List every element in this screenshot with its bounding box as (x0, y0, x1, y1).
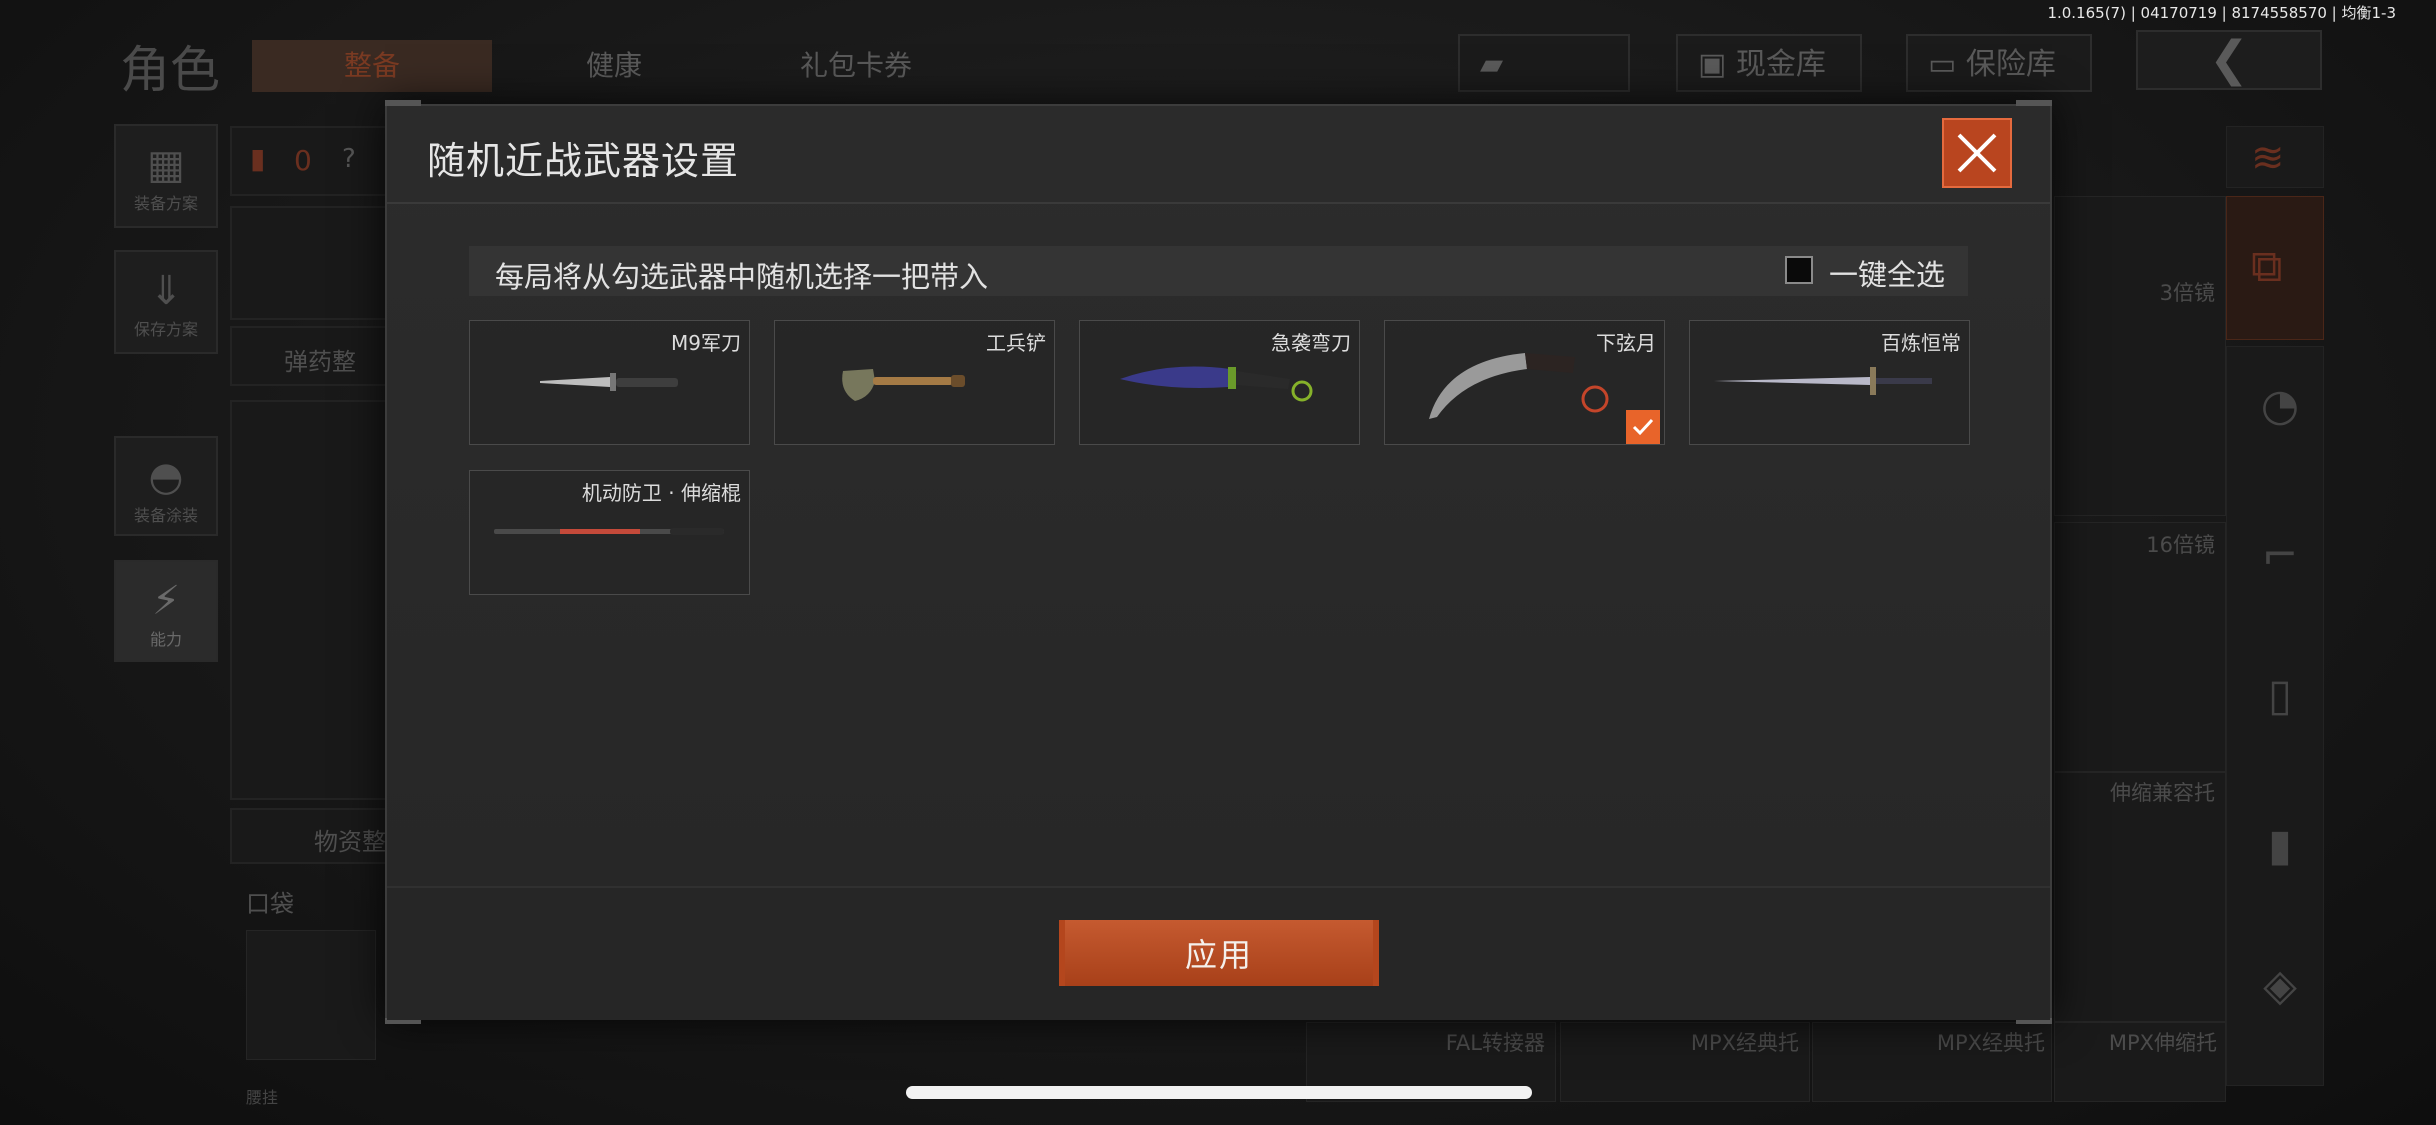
dialog-footer: 应用 (387, 886, 2050, 1020)
close-button[interactable] (1942, 118, 2012, 188)
right-top-button[interactable]: ≋ (2226, 126, 2324, 188)
bottom-item-label-2: MPX经典托 (1690, 1031, 1799, 1055)
right-tab-active[interactable]: ⧉ (2226, 196, 2324, 340)
tab-health[interactable]: 健康 (494, 40, 734, 92)
ammo-label: 弹药整 (284, 348, 356, 376)
karambit-icon (1429, 353, 1609, 419)
back-button[interactable]: ❮ (2136, 30, 2322, 90)
weapon-card-curved-knife[interactable]: 急袭弯刀 (1079, 320, 1360, 445)
dialog-title: 随机近战武器设置 (427, 139, 740, 183)
ammo-section[interactable]: 弹药整 (230, 326, 390, 386)
question-mark: ? (342, 144, 356, 174)
page-title: 角色 (120, 41, 220, 99)
stock-label: 伸缩兼容托 (2110, 781, 2215, 805)
armor-count: 0 (294, 144, 312, 177)
money-display: ▰ 781087 (1458, 34, 1630, 140)
info-bar: 每局将从勾选武器中随机选择一把带入 一键全选 (469, 246, 1968, 296)
armor-icon: ▮ (250, 142, 266, 175)
scope-label-2: 16倍镜 (2146, 533, 2215, 557)
tab-equip[interactable]: 整备 (252, 40, 492, 92)
rifle-icon[interactable]: ⌐ (2250, 530, 2310, 581)
bottom-item-2[interactable]: MPX经典托 (1560, 1022, 1810, 1102)
scope-slot-1[interactable]: 3倍镜 (2054, 196, 2226, 516)
baton-icon (494, 528, 724, 535)
layers-icon: ≋ (2251, 135, 2285, 181)
home-indicator[interactable] (906, 1086, 1532, 1099)
supplies-label: 物资整 (314, 828, 386, 856)
knife-icon (540, 373, 678, 391)
tab-gift-cards[interactable]: 礼包卡券 (736, 40, 976, 92)
armor-slot: ▮ 0 ? (230, 126, 390, 196)
weapon-card-shovel[interactable]: 工兵铲 (774, 320, 1055, 445)
stack-icon: ⧉ (2251, 241, 2283, 292)
checkmark-icon (1632, 418, 1654, 436)
cash-vault-button[interactable]: ▣ 现金库 0 (1676, 34, 1862, 140)
lightning-icon: ⚡ (151, 578, 181, 624)
save-plan-button[interactable]: ⇓ 保存方案 (114, 250, 218, 354)
apply-button[interactable]: 应用 (1059, 920, 1379, 986)
selected-badge (1626, 410, 1660, 444)
pocket-label: 口袋 (246, 890, 294, 918)
select-all-label: 一键全选 (1829, 258, 1946, 292)
money-icon: ▰ (1480, 47, 1504, 82)
download-icon: ⇓ (149, 268, 183, 314)
scope-slot-2[interactable]: 16倍镜 (2054, 522, 2226, 772)
supplies-section[interactable]: 物资整 (230, 808, 390, 864)
weapon-card-baton[interactable]: 机动防卫 · 伸缩棍 (469, 470, 750, 595)
info-text: 每局将从勾选武器中随机选择一把带入 (495, 260, 989, 294)
select-all-checkbox[interactable] (1785, 256, 1813, 284)
save-plan-label: 保存方案 (133, 320, 198, 339)
equip-skin-label: 装备涂装 (133, 506, 198, 525)
bottom-item-3[interactable]: MPX经典托 (1812, 1022, 2052, 1102)
safe-label: 保险库 (1965, 47, 2056, 82)
curved-knife-icon (1120, 366, 1313, 402)
equip-plan-button[interactable]: ▦ 装备方案 (114, 124, 218, 228)
chevron-left-icon: ❮ (2208, 31, 2250, 87)
helmet-icon: ◓ (148, 454, 184, 500)
sword-icon (1714, 367, 1932, 395)
safe-button[interactable]: ▭ 保险库 (1906, 34, 2092, 92)
bullet-icon[interactable]: ▮ (2250, 820, 2310, 871)
vault-icon: ▣ (1698, 47, 1727, 82)
weapon-card-m9[interactable]: M9军刀 (469, 320, 750, 445)
helmet-nav-icon[interactable]: ◔ (2250, 380, 2310, 431)
weapon-card-karambit[interactable]: 下弦月 (1384, 320, 1665, 445)
vest-icon: ▦ (147, 142, 185, 188)
ability-label: 能力 (149, 630, 182, 649)
stock-slot[interactable]: 伸缩兼容托 (2054, 772, 2226, 1022)
melee-weapon-dialog: 随机近战武器设置 每局将从勾选武器中随机选择一把带入 一键全选 M9军刀 工兵铲 (385, 100, 2052, 1024)
scope-label-1: 3倍镜 (2159, 281, 2215, 305)
bg-slot (230, 206, 390, 320)
shovel-icon (842, 369, 965, 401)
magazine-icon[interactable]: ▯ (2250, 670, 2310, 721)
safe-icon: ▭ (1928, 47, 1957, 82)
close-icon (1957, 133, 1997, 173)
bottom-left-label: 腰挂 (246, 1088, 279, 1107)
equip-skin-button[interactable]: ◓ 装备涂装 (114, 436, 218, 536)
pocket-slot[interactable] (246, 930, 376, 1060)
bottom-item-4[interactable]: MPX伸缩托 (2054, 1022, 2226, 1102)
bottom-item-label-1: FAL转接器 (1445, 1031, 1545, 1055)
dialog-header: 随机近战武器设置 (387, 106, 2050, 204)
attachment-icon[interactable]: ◈ (2250, 960, 2310, 1011)
bg-panel-left (230, 400, 390, 800)
bottom-item-label-3: MPX经典托 (1936, 1031, 2045, 1055)
equip-plan-label: 装备方案 (133, 194, 198, 213)
bottom-item-label-4: MPX伸缩托 (2108, 1031, 2217, 1055)
ability-button[interactable]: ⚡ 能力 (114, 560, 218, 662)
version-info: 1.0.165(7) | 04170719 | 8174558570 | 均衡1… (2047, 4, 2396, 22)
weapon-card-sword[interactable]: 百炼恒常 (1689, 320, 1970, 445)
